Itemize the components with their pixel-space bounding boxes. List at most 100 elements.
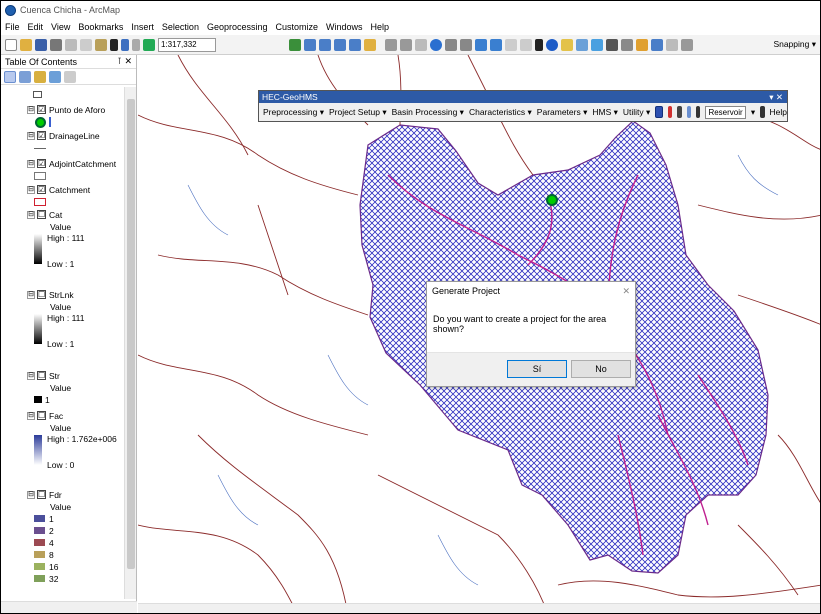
collapse-icon[interactable]: ⊟ <box>27 159 35 168</box>
close-icon[interactable]: ✕ <box>622 286 630 296</box>
add-point-icon[interactable] <box>667 106 673 118</box>
menu-project-setup[interactable]: Project Setup ▾ <box>329 107 387 118</box>
toc-vertical-scrollbar[interactable] <box>124 87 136 599</box>
zoom-out-icon[interactable] <box>400 38 412 51</box>
layer-punto-de-aforo[interactable]: ⊟ ☑ Punto de Aforo <box>1 103 125 116</box>
pan-icon[interactable] <box>415 38 427 51</box>
new-document-icon[interactable] <box>5 38 17 51</box>
full-extent-icon[interactable] <box>430 38 442 51</box>
layer-cat[interactable]: ⊟ ☐ Cat <box>1 208 125 221</box>
select-elements-icon[interactable] <box>535 38 543 51</box>
reservoir-dropdown[interactable]: Reservoir <box>705 105 746 119</box>
create-viewer-icon[interactable] <box>666 38 678 51</box>
menu-geoprocessing[interactable]: Geoprocessing <box>207 22 268 32</box>
menu-basin-processing[interactable]: Basin Processing ▾ <box>392 107 464 118</box>
fixed-zoom-out-icon[interactable] <box>460 38 472 51</box>
layer-visibility-checkbox[interactable]: ☑ <box>37 185 46 194</box>
search-window-icon[interactable] <box>334 38 346 51</box>
pencil-icon[interactable] <box>760 106 765 118</box>
list-by-drawing-order-icon[interactable] <box>4 70 16 83</box>
layer-visibility-checkbox[interactable]: ☐ <box>37 411 46 420</box>
select-project-point-icon[interactable] <box>655 106 663 118</box>
menu-selection[interactable]: Selection <box>162 22 199 32</box>
cut-icon[interactable] <box>65 38 77 51</box>
layer-catchment[interactable]: ⊟ ☑ Catchment <box>1 183 125 196</box>
layer-strlnk[interactable]: ⊟ ☐ StrLnk <box>1 288 125 301</box>
menu-bookmarks[interactable]: Bookmarks <box>78 22 123 32</box>
delete-icon[interactable] <box>110 38 118 51</box>
menu-help[interactable]: Help <box>371 22 390 32</box>
profile-icon[interactable] <box>686 106 692 118</box>
toc-options-icon[interactable] <box>64 70 76 83</box>
layer-fac[interactable]: ⊟ ☐ Fac <box>1 409 125 422</box>
collapse-icon[interactable]: ⊟ <box>27 185 35 194</box>
copy-icon[interactable] <box>80 38 92 51</box>
add-data-icon[interactable] <box>143 38 155 51</box>
layer-fdr[interactable]: ⊟ ☐ Fdr <box>1 488 125 501</box>
collapse-icon[interactable]: ⊟ <box>27 131 35 140</box>
paste-icon[interactable] <box>95 38 107 51</box>
go-forward-icon[interactable] <box>490 38 502 51</box>
yes-button[interactable]: Sí <box>507 360 567 378</box>
layer-visibility-checkbox[interactable]: ☐ <box>37 371 46 380</box>
collapse-icon[interactable]: ⊟ <box>27 411 35 420</box>
menu-characteristics[interactable]: Characteristics ▾ <box>469 107 532 118</box>
time-slider-icon[interactable] <box>651 38 663 51</box>
layer-visibility-checkbox[interactable]: ☐ <box>37 290 46 299</box>
python-icon[interactable] <box>364 38 376 51</box>
save-icon[interactable] <box>35 38 47 51</box>
layer-adjointcatchment[interactable]: ⊟ ☑ AdjointCatchment <box>1 157 125 170</box>
layer-drainageline[interactable]: ⊟ ☑ DrainageLine <box>1 129 125 142</box>
hec-geohms-titlebar[interactable]: HEC-GeoHMS ▾ ✕ <box>259 91 787 103</box>
html-popup-icon[interactable] <box>576 38 588 51</box>
clear-selection-icon[interactable] <box>520 38 532 51</box>
layer-visibility-checkbox[interactable]: ☐ <box>37 210 46 219</box>
find-route-icon[interactable] <box>621 38 633 51</box>
menu-preprocessing[interactable]: Preprocessing ▾ <box>263 107 324 118</box>
map-scale-input[interactable]: 1:317,332 <box>158 37 216 52</box>
table-icon[interactable] <box>304 38 316 51</box>
no-button[interactable]: No <box>571 360 631 378</box>
layer-visibility-checkbox[interactable]: ☑ <box>37 105 46 114</box>
toc-horizontal-scrollbar[interactable] <box>1 601 137 613</box>
select-features-icon[interactable] <box>505 38 517 51</box>
zoom-in-icon[interactable] <box>385 38 397 51</box>
menu-utility[interactable]: Utility ▾ <box>623 107 650 118</box>
help-link[interactable]: Help <box>770 107 787 117</box>
menu-edit[interactable]: Edit <box>28 22 44 32</box>
label-tool-icon[interactable] <box>677 106 682 118</box>
menu-windows[interactable]: Windows <box>326 22 363 32</box>
menu-file[interactable]: File <box>5 22 20 32</box>
close-icon[interactable]: ▾ ✕ <box>769 92 783 103</box>
snapping-menu[interactable]: Snapping ▾ <box>773 39 816 50</box>
list-by-visibility-icon[interactable] <box>34 70 46 83</box>
redo-icon[interactable] <box>132 38 140 51</box>
menu-hms[interactable]: HMS ▾ <box>592 107 618 118</box>
layer-visibility-checkbox[interactable]: ☑ <box>37 159 46 168</box>
measure-icon[interactable] <box>591 38 603 51</box>
collapse-icon[interactable]: ⊟ <box>27 210 35 219</box>
collapse-icon[interactable]: ⊟ <box>27 105 35 114</box>
arctoolbox-icon[interactable] <box>349 38 361 51</box>
fixed-zoom-in-icon[interactable] <box>445 38 457 51</box>
layer-visibility-checkbox[interactable]: ☑ <box>37 131 46 140</box>
open-folder-icon[interactable] <box>20 38 32 51</box>
collapse-icon[interactable]: ⊟ <box>27 371 35 380</box>
toolbar-options-icon[interactable] <box>681 38 693 51</box>
undo-icon[interactable] <box>121 38 129 51</box>
list-by-selection-icon[interactable] <box>49 70 61 83</box>
find-icon[interactable] <box>606 38 618 51</box>
chevron-down-icon[interactable]: ▾ <box>751 107 755 118</box>
editor-icon[interactable] <box>289 38 301 51</box>
go-back-icon[interactable] <box>475 38 487 51</box>
menu-parameters[interactable]: Parameters ▾ <box>537 107 588 118</box>
identify-icon[interactable] <box>546 38 558 51</box>
menu-view[interactable]: View <box>51 22 70 32</box>
scrollbar-thumb[interactable] <box>127 99 135 569</box>
list-by-source-icon[interactable] <box>19 70 31 83</box>
go-to-xy-icon[interactable] <box>636 38 648 51</box>
print-icon[interactable] <box>50 38 62 51</box>
layer-visibility-checkbox[interactable]: ☐ <box>37 490 46 499</box>
line-tool-icon[interactable] <box>696 106 701 118</box>
catalog-icon[interactable] <box>319 38 331 51</box>
